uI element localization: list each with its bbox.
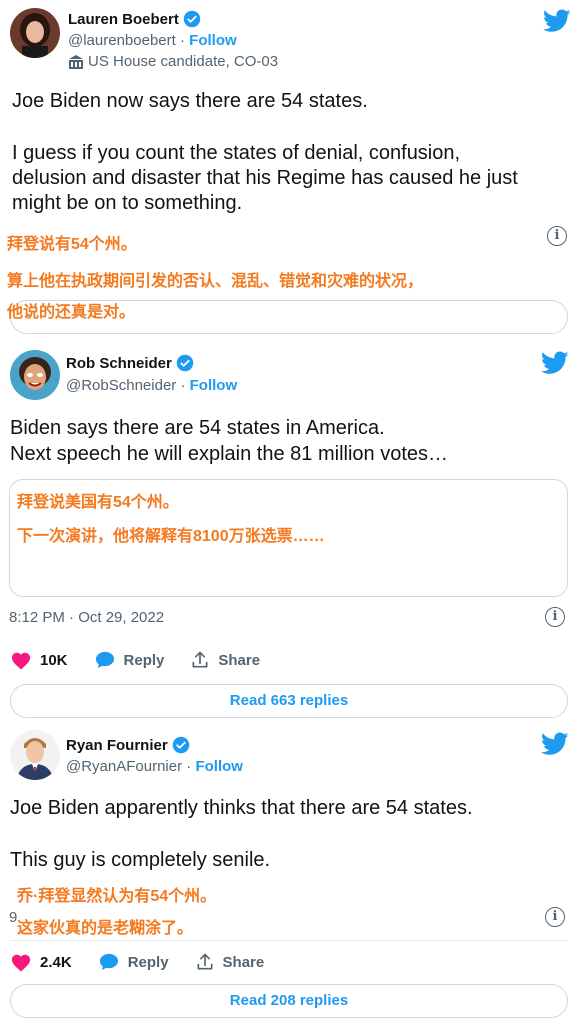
tweet-body-line-3: I guess if you count the states of denia… [12, 142, 461, 164]
verified-badge-icon [183, 10, 201, 28]
reply-button[interactable]: Reply [98, 952, 169, 972]
tweet-body-line-1: Joe Biden now says there are 54 states. [12, 90, 368, 112]
info-icon[interactable]: i [547, 226, 567, 246]
read-replies-button[interactable]: Read 663 replies [10, 684, 568, 718]
display-name-text[interactable]: Rob Schneider [66, 355, 172, 372]
translation-line-2: 这家伙真的是老糊涂了。 [17, 920, 194, 937]
handle-row: @laurenboebert · Follow [68, 32, 237, 49]
reply-button[interactable]: Reply [94, 650, 165, 670]
handle[interactable]: @RobSchneider [66, 377, 176, 394]
avatar-rob-schneider[interactable] [10, 350, 60, 400]
share-icon [197, 953, 213, 970]
action-bar: 2.4K Reply Share [10, 952, 290, 972]
tweet-body-line-3: This guy is completely senile. [10, 849, 271, 871]
heart-icon [11, 954, 31, 972]
like-count: 2.4K [40, 953, 72, 971]
verified-badge-icon [172, 736, 189, 754]
verified-badge-icon [176, 354, 194, 372]
follow-button[interactable]: Follow [195, 758, 243, 775]
share-button[interactable]: Share [190, 650, 260, 670]
avatar-lauren-boebert[interactable] [10, 8, 60, 58]
tweet-rob-schneider: Rob Schneider @RobSchneider · Follow Bid… [0, 342, 580, 722]
separator: · [179, 32, 190, 49]
reply-label: Reply [127, 953, 169, 971]
follow-button[interactable]: Follow [189, 32, 237, 49]
account-label-text: US House candidate, CO-03 [88, 53, 279, 70]
display-name-text[interactable]: Ryan Fournier [66, 737, 168, 754]
handle[interactable]: @RyanAFournier [66, 758, 182, 775]
avatar-ryan-fournier[interactable] [10, 730, 60, 780]
like-button[interactable]: 10K [10, 650, 68, 670]
timestamp[interactable]: 8:12 PM · Oct 29, 2022 [9, 609, 164, 626]
display-name[interactable]: Rob Schneider [66, 354, 194, 372]
handle-row: @RobSchneider · Follow [66, 377, 237, 394]
tweet-ryan-fournier: Ryan Fournier @RyanAFournier · Follow Jo… [0, 722, 580, 1027]
government-building-icon [69, 54, 83, 69]
reply-label: Reply [123, 651, 165, 669]
like-button[interactable]: 2.4K [10, 952, 72, 972]
translation-line-2: 算上他在执政期间引发的否认、混乱、错觉和灾难的状况， [7, 273, 424, 290]
translation-line-3: 他说的还真是对。 [7, 304, 136, 321]
heart-icon [11, 652, 31, 670]
tweet-body-line-4: delusion and disaster that his Regime ha… [12, 167, 518, 189]
like-count: 10K [40, 651, 68, 669]
display-name-text[interactable]: Lauren Boebert [68, 11, 179, 28]
separator: · [180, 377, 190, 394]
tweet-body-line-1: Joe Biden apparently thinks that there a… [10, 797, 473, 819]
handle[interactable]: @laurenboebert [68, 32, 176, 49]
reply-bubble-icon [99, 953, 118, 971]
translation-line-1: 拜登说有54个州。 [7, 236, 137, 253]
action-bar: 10K Reply Share [10, 650, 286, 670]
tweet-body-line-5: might be on to something. [12, 192, 243, 214]
info-icon[interactable]: i [545, 607, 565, 627]
tweet-lauren-boebert: Lauren Boebert @laurenboebert · Follow U… [0, 0, 580, 340]
twitter-bird-icon[interactable] [541, 351, 569, 375]
display-name[interactable]: Ryan Fournier [66, 736, 190, 754]
translation-line-2: 下一次演讲，他将解释有8100万张选票…… [17, 528, 325, 545]
translation-line-1: 乔·拜登显然认为有54个州。 [17, 888, 217, 905]
share-label: Share [222, 953, 265, 971]
follow-button[interactable]: Follow [190, 377, 238, 394]
share-label: Share [218, 651, 261, 669]
twitter-bird-icon[interactable] [543, 9, 571, 33]
read-replies-button[interactable]: Read 208 replies [10, 984, 568, 1018]
account-label: US House candidate, CO-03 [68, 53, 278, 70]
share-button[interactable]: Share [195, 952, 265, 972]
reply-bubble-icon [95, 651, 114, 669]
translation-line-1: 拜登说美国有54个州。 [17, 494, 179, 511]
tweet-body-line-1: Biden says there are 54 states in Americ… [10, 417, 385, 439]
tweet-body-line-2: Next speech he will explain the 81 milli… [10, 443, 448, 465]
info-icon[interactable]: i [545, 907, 565, 927]
twitter-bird-icon[interactable] [541, 732, 569, 756]
share-icon [192, 651, 208, 668]
display-name[interactable]: Lauren Boebert [68, 10, 201, 28]
handle-row: @RyanAFournier · Follow [66, 758, 243, 775]
